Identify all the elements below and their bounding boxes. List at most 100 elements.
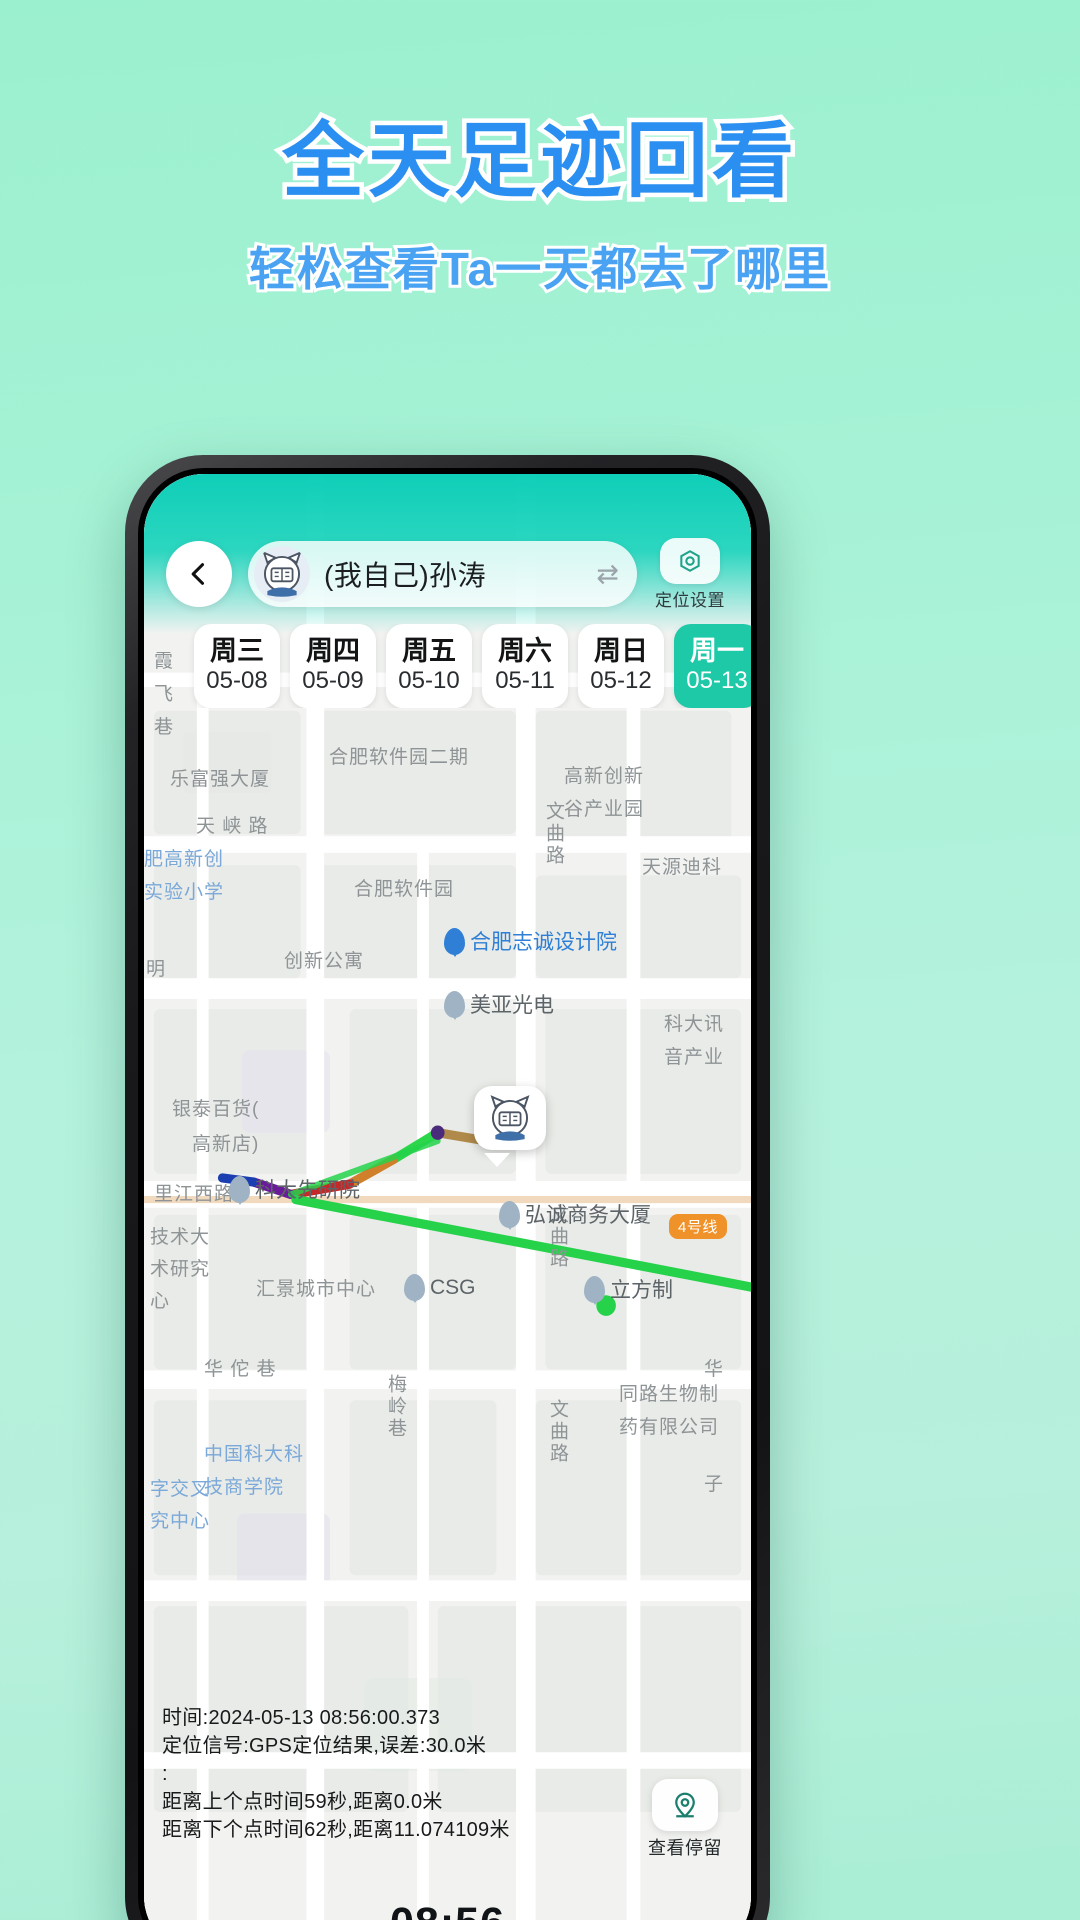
date-tab-date: 05-11 (495, 667, 555, 695)
map-label: 药有限公司 (619, 1417, 720, 1438)
map-label: 文曲路 (547, 1399, 568, 1465)
map-label: 实验小学 (144, 882, 225, 903)
current-position-marker[interactable] (474, 1086, 546, 1167)
map-label: 创新公寓 (284, 951, 365, 972)
map-label: 音产业 (664, 1047, 725, 1068)
map-label: 同路生物制 (619, 1384, 720, 1405)
map-label: 银泰百货( (172, 1099, 260, 1120)
back-button[interactable] (166, 541, 232, 607)
map-label: 究中心 (150, 1511, 211, 1532)
date-tab[interactable]: 周日 05-12 (578, 624, 664, 708)
map-label: 术研究 (150, 1259, 211, 1280)
app-header: (我自己)孙涛 ⇄ 定位设置 (144, 536, 751, 612)
marker-bubble (474, 1086, 546, 1150)
map-poi[interactable]: 美亚光电 (444, 989, 554, 1019)
swap-arrows-icon[interactable]: ⇄ (596, 559, 619, 590)
map-poi[interactable]: 立方制 (584, 1274, 673, 1304)
date-tab-weekday: 周四 (306, 636, 360, 667)
location-gear-icon (680, 549, 700, 572)
cat-avatar-icon (262, 551, 302, 597)
map-pin-icon (584, 1275, 605, 1303)
map-label: 华 佗 巷 (204, 1359, 277, 1380)
chevron-left-icon (191, 563, 205, 585)
map-label: 子 (704, 1474, 725, 1495)
map-label: 字交叉 (150, 1479, 211, 1500)
map-label: 技术大 (150, 1227, 211, 1248)
map-pin-icon (444, 927, 465, 955)
map-poi-label: 科大先研院 (255, 1179, 360, 1202)
map-pin-icon (499, 1200, 520, 1228)
map-label: 巷 (154, 717, 175, 738)
info-line: : (162, 1763, 168, 1785)
map-label: 技商学院 (204, 1477, 285, 1498)
date-tab-date: 05-12 (590, 667, 652, 695)
map-label: 天源迪科 (642, 857, 723, 878)
map-label: 高新创新 (564, 766, 645, 787)
date-tab[interactable]: 周三 05-08 (194, 624, 280, 708)
map-label: 汇景城市中心 (256, 1279, 377, 1300)
date-tab[interactable]: 周五 05-10 (386, 624, 472, 708)
date-tab-weekday: 周三 (210, 636, 264, 667)
phone-mockup: 乐富强大厦 合肥软件园二期天 峡 路 高新创新 谷产业园 肥高新创 实验小学 合肥软件园 天源… (125, 455, 770, 1920)
track-point-info: 时间:2024-05-13 08:56:00.373 定位信号:GPS定位结果,误… (162, 1704, 602, 1844)
map-poi-label: 美亚光电 (470, 994, 554, 1017)
map-pin-icon (404, 1274, 425, 1301)
page-title: 全天足迹回看 (277, 113, 798, 210)
map-poi[interactable]: CSG (404, 1274, 476, 1301)
map-label: 华 (704, 1359, 725, 1380)
date-tab[interactable]: 周四 05-09 (290, 624, 376, 708)
avatar (254, 546, 310, 602)
date-tab-weekday: 周日 (594, 636, 648, 667)
date-tab[interactable]: 周六 05-11 (482, 624, 568, 708)
page-subtitle: 轻松查看Ta一天都去了哪里 (246, 240, 832, 298)
map-pin-icon (229, 1175, 250, 1203)
marker-tail (484, 1153, 510, 1167)
location-settings-icon-box (660, 537, 720, 584)
promo-block: 全天足迹回看 轻松查看Ta一天都去了哪里 (0, 0, 1080, 299)
playback-clock: 08:56 (144, 1899, 751, 1920)
map-label: 文曲路 (543, 801, 564, 867)
map-label: 里江西路 (154, 1184, 235, 1205)
map-poi-label: 合肥志诚设计院 (470, 931, 617, 954)
phone-bezel: 乐富强大厦 合肥软件园二期天 峡 路 高新创新 谷产业园 肥高新创 实验小学 合肥软件园 天源… (138, 468, 757, 1920)
map-label: 天 峡 路 (196, 816, 269, 837)
date-tab-date: 05-08 (206, 667, 268, 695)
info-line: 定位信号:GPS定位结果,误差:30.0米 (162, 1735, 487, 1757)
map-label: 谷产业园 (564, 799, 645, 820)
date-tab-strip[interactable]: 周三 05-08 周四 05-09 周五 05-10 周六 05-11 周日 05-12 周一 05-… (144, 624, 751, 708)
cat-avatar-icon (490, 1095, 530, 1141)
stay-icon-box (652, 1779, 718, 1831)
map-label: 心 (150, 1291, 171, 1312)
info-line: 距离下个点时间62秒,距离11.074109米 (162, 1819, 510, 1841)
date-tab-weekday: 周五 (402, 636, 456, 667)
map-label: 科大讯 (664, 1014, 725, 1035)
location-settings-button[interactable]: 定位设置 (651, 537, 729, 611)
stay-marker-icon (675, 1792, 695, 1818)
user-name: (我自己)孙涛 (324, 560, 487, 591)
map-poi[interactable]: 弘诚商务大厦 (499, 1199, 651, 1229)
map-label: 中国科大科 (204, 1444, 305, 1465)
map-poi[interactable]: 科大先研院 (229, 1174, 360, 1204)
stay-button-label: 查看停留 (648, 1838, 722, 1858)
map-label: 梅岭巷 (385, 1374, 406, 1440)
map-label: 高新店) (192, 1134, 260, 1155)
map-poi[interactable]: 合肥志诚设计院 (444, 926, 617, 956)
date-tab-date: 05-10 (398, 667, 460, 695)
date-tab-weekday: 周一 (690, 636, 744, 667)
date-tab-date: 05-09 (302, 667, 364, 695)
date-tab-weekday: 周六 (498, 636, 552, 667)
map-label: 肥高新创 (144, 849, 225, 870)
map-label: 合肥软件园二期 (329, 747, 470, 768)
map-pin-icon (444, 990, 465, 1018)
date-tab-partial[interactable] (144, 624, 184, 708)
view-stay-button[interactable]: 查看停留 (643, 1779, 727, 1860)
info-line: 距离上个点时间59秒,距离0.0米 (162, 1791, 443, 1813)
user-selector-pill[interactable]: (我自己)孙涛 ⇄ (248, 541, 637, 607)
app-screen: 乐富强大厦 合肥软件园二期天 峡 路 高新创新 谷产业园 肥高新创 实验小学 合肥软件园 天源… (144, 474, 751, 1920)
map-label: 明 (146, 959, 167, 980)
map-label: 乐富强大厦 (170, 769, 271, 790)
info-line: 时间:2024-05-13 08:56:00.373 (162, 1707, 440, 1729)
date-tab[interactable]: 周一 05-13 (674, 624, 751, 708)
metro-line-badge: 4号线 (669, 1214, 727, 1239)
location-settings-label: 定位设置 (655, 590, 725, 610)
